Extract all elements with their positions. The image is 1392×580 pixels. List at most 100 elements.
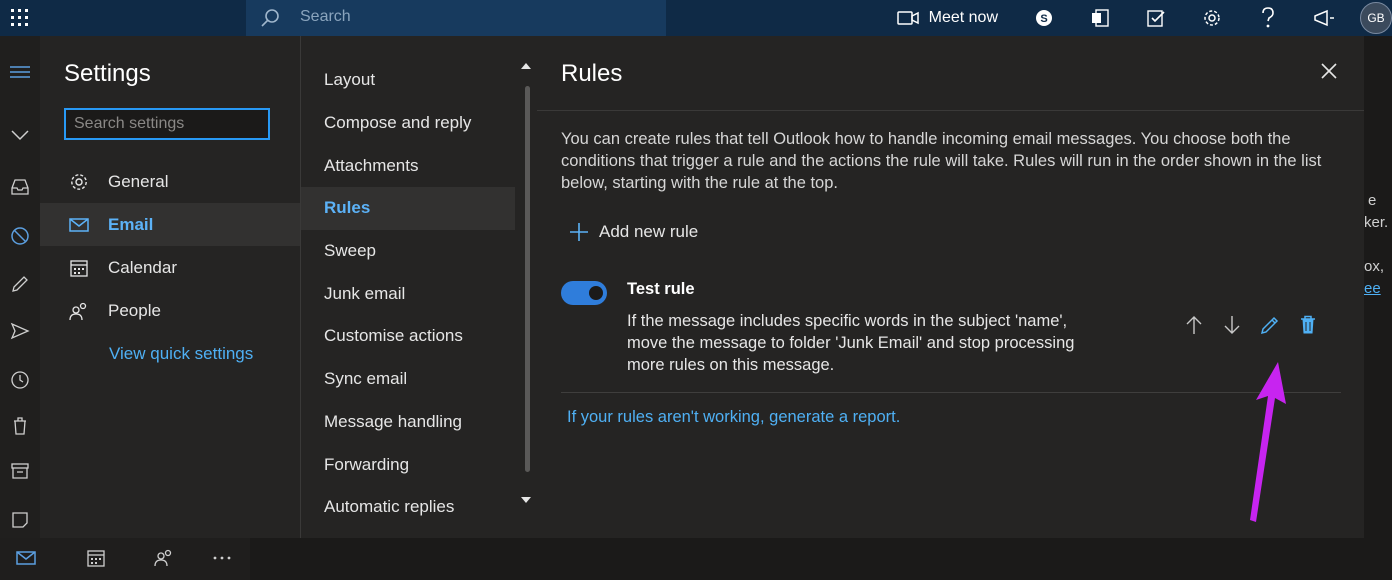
email-nav-sync-email[interactable]: Sync email (301, 358, 515, 401)
move-rule-down-button[interactable] (1213, 312, 1251, 338)
megaphone-icon (1314, 9, 1334, 27)
svg-text:S: S (1040, 13, 1047, 25)
email-nav-list: Layout Compose and reply Attachments Rul… (301, 59, 515, 529)
settings-dialog: Settings General Emai (40, 36, 1364, 538)
scroll-up-arrow-icon[interactable] (520, 62, 532, 70)
scroll-down-arrow-icon[interactable] (520, 496, 532, 504)
pencil-icon (1260, 316, 1279, 335)
rule-name: Test rule (627, 280, 695, 298)
settings-nav-label: General (108, 171, 169, 191)
delete-rule-button[interactable] (1289, 312, 1327, 338)
settings-nav-label: Email (108, 214, 154, 234)
search-icon (261, 9, 279, 27)
gear-icon (1204, 10, 1220, 26)
search-settings-input[interactable] (64, 108, 270, 140)
bg-fragment: ox, (1364, 258, 1385, 275)
divider (537, 110, 1364, 111)
rule-item: Test rule If the message includes specif… (561, 276, 1341, 393)
waffle-icon (11, 9, 28, 26)
settings-categories: Settings General Emai (40, 36, 300, 538)
left-rail (0, 36, 40, 546)
plus-icon (570, 223, 588, 241)
email-settings-nav: Layout Compose and reply Attachments Rul… (300, 36, 538, 538)
meet-now-label: Meet now (928, 9, 998, 26)
chevron-down-icon[interactable] (10, 128, 30, 142)
video-camera-icon (896, 11, 919, 25)
pencil-icon[interactable] (10, 274, 30, 294)
settings-nav: General Email Calendar People (40, 160, 300, 332)
gear-icon (68, 172, 90, 192)
send-icon[interactable] (10, 322, 30, 340)
email-nav-layout[interactable]: Layout (301, 59, 515, 102)
scrollbar-thumb[interactable] (525, 86, 530, 472)
archive-icon[interactable] (10, 462, 30, 480)
add-new-rule-button[interactable]: Add new rule (569, 222, 698, 242)
top-toolbar: Meet now S GB (896, 0, 1392, 36)
arrow-down-icon (1224, 316, 1240, 334)
task-check-icon (1147, 10, 1165, 27)
move-rule-up-button[interactable] (1175, 312, 1213, 338)
my-day-button[interactable] (1128, 0, 1184, 36)
toggle-knob (589, 286, 603, 300)
bg-fragment: ee (1364, 280, 1381, 297)
rule-description: If the message includes specific words i… (627, 312, 1075, 374)
rule-actions (1175, 312, 1327, 338)
settings-nav-calendar[interactable]: Calendar (40, 246, 300, 289)
generate-report-link[interactable]: If your rules aren't working, generate a… (567, 408, 900, 427)
edit-rule-button[interactable] (1251, 312, 1289, 338)
view-quick-settings-link[interactable]: View quick settings (109, 344, 253, 364)
bottom-app-bar (0, 538, 250, 580)
settings-button[interactable] (1184, 0, 1240, 36)
mail-icon[interactable] (16, 550, 36, 566)
email-nav-customise-actions[interactable]: Customise actions (301, 315, 515, 358)
rule-enabled-toggle[interactable] (561, 281, 607, 305)
calendar-icon (68, 258, 90, 278)
settings-title: Settings (64, 60, 151, 87)
note-icon[interactable] (10, 510, 30, 530)
top-search-box[interactable]: Search (246, 0, 666, 36)
office-apps-button[interactable] (1072, 0, 1128, 36)
settings-nav-general[interactable]: General (40, 160, 300, 203)
help-button[interactable] (1240, 0, 1296, 36)
email-nav-junk-email[interactable]: Junk email (301, 272, 515, 315)
settings-nav-label: People (108, 300, 161, 320)
settings-nav-people[interactable]: People (40, 289, 300, 332)
hamburger-icon[interactable] (10, 64, 30, 80)
more-icon[interactable] (212, 556, 232, 560)
rules-title: Rules (561, 60, 623, 87)
annotation-arrow-icon (1250, 362, 1286, 522)
app-launcher-button[interactable] (0, 0, 40, 36)
calendar-icon[interactable] (86, 548, 106, 568)
add-new-rule-label: Add new rule (599, 222, 699, 241)
whats-new-button[interactable] (1296, 0, 1352, 36)
email-nav-attachments[interactable]: Attachments (301, 144, 515, 187)
settings-nav-label: Calendar (108, 257, 177, 277)
email-nav-automatic-replies[interactable]: Automatic replies (301, 486, 515, 529)
email-nav-compose-and-reply[interactable]: Compose and reply (301, 102, 515, 145)
blocked-icon[interactable] (10, 226, 30, 246)
people-icon (68, 301, 90, 321)
email-nav-forwarding[interactable]: Forwarding (301, 443, 515, 486)
meet-now-button[interactable]: Meet now (896, 9, 998, 27)
office-icon (1092, 9, 1109, 27)
mail-icon (68, 217, 90, 233)
settings-nav-email[interactable]: Email (40, 203, 300, 246)
clock-icon[interactable] (10, 370, 30, 390)
email-nav-sweep[interactable]: Sweep (301, 230, 515, 273)
arrow-up-icon (1186, 316, 1202, 334)
skype-button[interactable]: S (1016, 0, 1072, 36)
bg-fragment: e (1368, 192, 1377, 209)
bg-fragment: ker. (1364, 214, 1389, 231)
email-nav-message-handling[interactable]: Message handling (301, 401, 515, 444)
close-icon[interactable] (1320, 62, 1338, 80)
background-reading-pane: e ker. ox, ee (1364, 36, 1392, 546)
top-bar: Search Meet now S GB (0, 0, 1392, 36)
rules-description: You can create rules that tell Outlook h… (561, 130, 1322, 192)
avatar[interactable]: GB (1360, 2, 1392, 34)
trash-icon (1301, 315, 1315, 334)
people-icon[interactable] (154, 548, 174, 568)
trash-icon[interactable] (10, 416, 30, 436)
email-nav-rules[interactable]: Rules (301, 187, 515, 230)
top-search-placeholder: Search (300, 8, 351, 25)
inbox-icon[interactable] (10, 178, 30, 196)
